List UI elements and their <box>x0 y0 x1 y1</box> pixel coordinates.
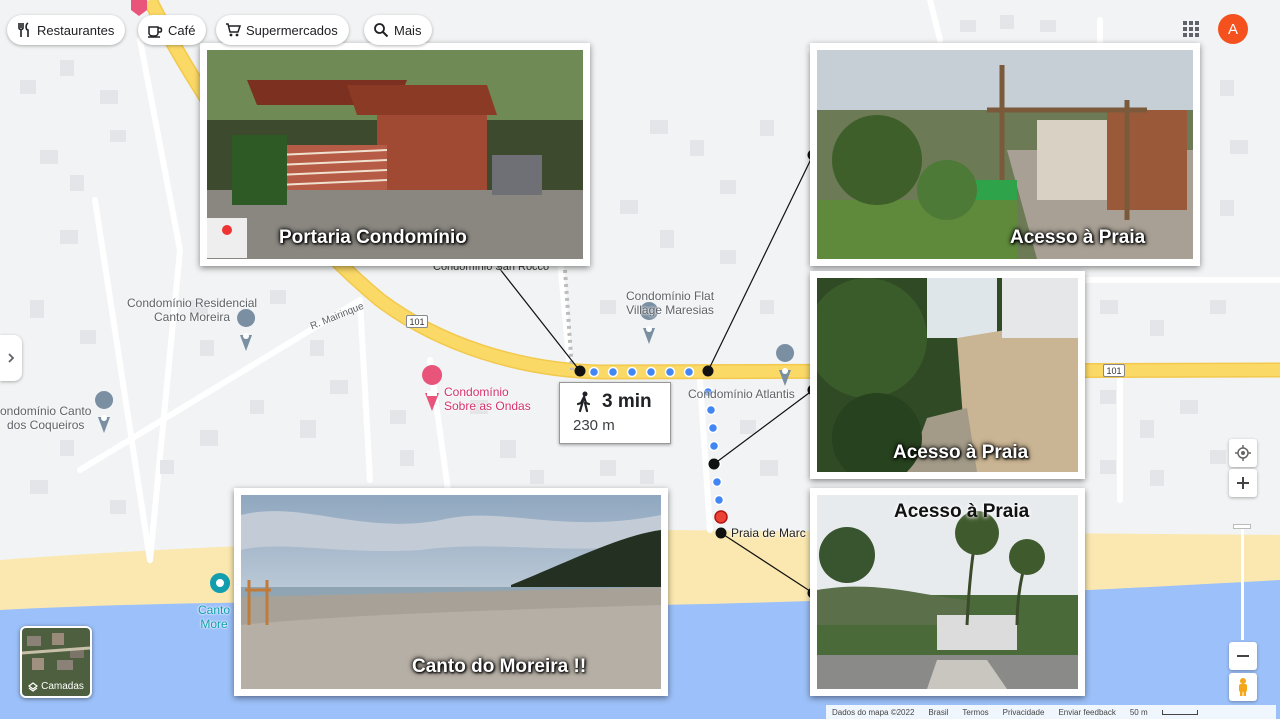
plus-icon <box>1237 477 1249 489</box>
chevron-right-icon <box>8 353 15 363</box>
route-dot <box>626 366 638 378</box>
photo-caption: Portaria Condomínio <box>279 227 467 248</box>
side-panel-toggle[interactable] <box>0 335 22 381</box>
route-dot <box>607 366 619 378</box>
label-cond-atlantis[interactable]: Condomínio Atlantis <box>688 387 795 401</box>
route-dot <box>664 366 676 378</box>
walking-person-icon <box>576 391 591 413</box>
label-cond-canto[interactable]: ondomínio Canto dos Coqueiros <box>0 404 91 432</box>
route-dot <box>711 476 723 488</box>
search-icon <box>374 23 389 38</box>
route-dot <box>588 366 600 378</box>
photo-caption: Acesso à Praia <box>1010 227 1146 248</box>
route-dot <box>683 366 695 378</box>
hotel-pin-icon <box>422 365 443 411</box>
route-dot <box>645 366 657 378</box>
chip-supermercados[interactable]: Supermercados <box>216 15 349 45</box>
account-avatar[interactable]: A <box>1218 14 1248 44</box>
connector-dot <box>574 365 586 377</box>
route-distance: 230 m <box>573 417 615 434</box>
road-shield: 101 <box>1103 364 1125 377</box>
label-canto[interactable]: Canto More <box>198 603 230 631</box>
privacy-link[interactable]: Privacidade <box>1003 708 1045 717</box>
minus-icon <box>1237 655 1249 657</box>
map-canvas[interactable]: Condomínio Residencial Canto Moreira Cond… <box>0 0 1280 719</box>
label-cond-residencial[interactable]: Condomínio Residencial Canto Moreira <box>127 296 257 324</box>
route-dot <box>713 494 725 506</box>
terms-link[interactable]: Termos <box>962 708 988 717</box>
street-view-button[interactable] <box>1229 673 1257 701</box>
locate-icon <box>1235 445 1251 461</box>
route-duration-box[interactable]: 3 min 230 m <box>559 382 671 444</box>
route-dot <box>707 422 719 434</box>
photo-canto[interactable]: Canto do Moreira !! <box>234 488 668 696</box>
chip-label: Mais <box>394 22 422 38</box>
label-cond-flat[interactable]: Condomínio Flat Village Maresias <box>626 289 714 317</box>
pegman-icon <box>1239 678 1247 696</box>
route-dot <box>708 440 720 452</box>
coffee-cup-icon <box>148 26 163 38</box>
chip-cafe[interactable]: Café <box>138 15 207 45</box>
photo-caption: Acesso à Praia <box>894 501 1030 522</box>
connector-dot <box>715 527 727 539</box>
scale-label[interactable]: 50 m <box>1130 708 1148 717</box>
map-footer: Dados do mapa ©2022 Brasil Termos Privac… <box>826 705 1276 719</box>
route-dot <box>705 404 717 416</box>
zoom-out-button[interactable] <box>1229 642 1257 670</box>
layers-button[interactable]: Camadas <box>20 626 92 698</box>
photo-caption: Canto do Moreira !! <box>412 656 587 677</box>
chip-label: Supermercados <box>246 22 338 38</box>
zoom-slider-track[interactable] <box>1241 528 1244 640</box>
fork-knife-icon <box>18 22 29 37</box>
place-pin-icon <box>95 391 114 433</box>
map-data-credit: Dados do mapa ©2022 <box>832 707 915 717</box>
my-location-button[interactable] <box>1229 439 1257 467</box>
layers-icon <box>28 681 39 692</box>
photo-caption: Acesso à Praia <box>893 442 1029 463</box>
photo-acesso-3[interactable]: Acesso à Praia <box>810 488 1085 696</box>
chip-label: Restaurantes <box>37 22 115 38</box>
layers-label: Camadas <box>41 681 84 692</box>
connector-dot <box>708 458 720 470</box>
country-link[interactable]: Brasil <box>928 708 948 717</box>
zoom-slider-thumb[interactable] <box>1233 524 1251 529</box>
photo-portaria[interactable]: Portaria Condomínio <box>200 43 590 266</box>
feedback-link[interactable]: Enviar feedback <box>1058 708 1115 717</box>
photo-acesso-1[interactable]: Acesso à Praia <box>810 43 1200 266</box>
photo-acesso-3-image <box>817 495 1078 689</box>
top-pin-icon <box>131 0 147 16</box>
destination-pin <box>714 510 728 524</box>
place-pin-icon <box>776 344 795 386</box>
shopping-cart-icon <box>226 23 241 37</box>
scale-bar <box>1161 709 1198 715</box>
photo-acesso-2[interactable]: Acesso à Praia <box>810 271 1085 479</box>
route-duration: 3 min <box>602 391 652 412</box>
zoom-in-button[interactable] <box>1229 469 1257 497</box>
chip-restaurantes[interactable]: Restaurantes <box>7 15 126 45</box>
connector-dot <box>702 365 714 377</box>
label-cond-sobre[interactable]: Condomínio Sobre as Ondas <box>444 385 531 413</box>
label-praia[interactable]: Praia de Marc <box>731 526 806 540</box>
apps-grid-icon[interactable] <box>1182 20 1200 38</box>
chip-mais[interactable]: Mais <box>364 15 433 45</box>
chip-label: Café <box>168 22 196 38</box>
road-shield: 101 <box>406 315 428 328</box>
